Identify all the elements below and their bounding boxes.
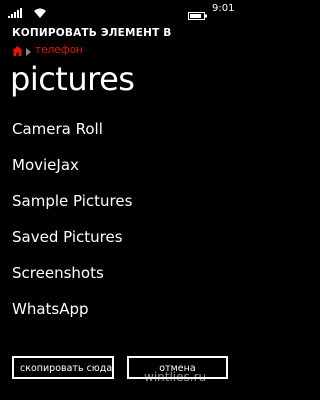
signal-strength-icon [8, 3, 24, 22]
status-bar: 9:01 [0, 0, 240, 20]
breadcrumb-phone[interactable]: телефон [35, 43, 83, 57]
clock: 9:01 [212, 3, 235, 14]
chevron-right-icon [26, 41, 31, 60]
battery-icon [188, 5, 208, 24]
folder-item-moviejax[interactable]: MovieJax [12, 153, 132, 189]
folder-list: Camera Roll MovieJax Sample Pictures Sav… [12, 117, 132, 333]
page-title: pictures [10, 60, 135, 98]
folder-item-whatsapp[interactable]: WhatsApp [12, 297, 132, 333]
home-icon[interactable] [12, 41, 23, 60]
folder-item-sample-pictures[interactable]: Sample Pictures [12, 189, 132, 225]
folder-item-screenshots[interactable]: Screenshots [12, 261, 132, 297]
breadcrumb: телефон [12, 43, 83, 57]
copy-here-button[interactable]: скопировать сюда [12, 356, 114, 379]
wifi-icon [34, 3, 46, 22]
folder-item-saved-pictures[interactable]: Saved Pictures [12, 225, 132, 261]
folder-item-camera-roll[interactable]: Camera Roll [12, 117, 132, 153]
header-title: КОПИРОВАТЬ ЭЛЕМЕНТ В [12, 27, 172, 39]
watermark: wintlies.ru [144, 370, 207, 384]
